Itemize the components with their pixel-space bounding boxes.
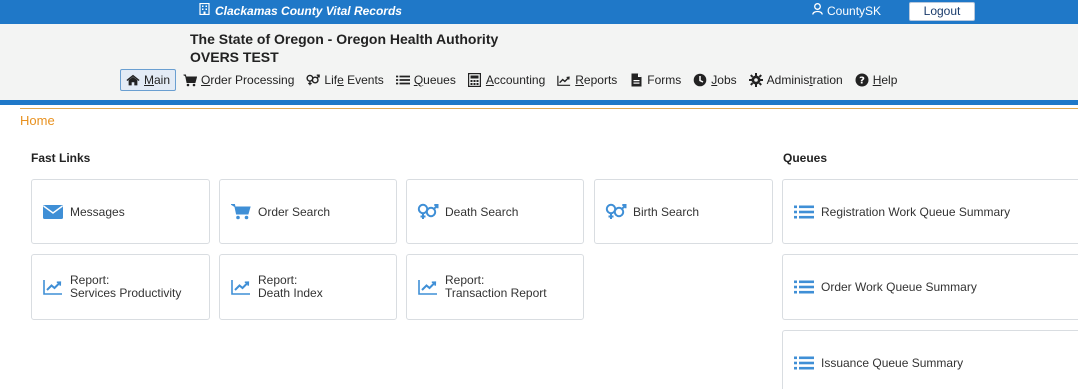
user-menu[interactable]: CountySK xyxy=(812,3,881,18)
county-title: Clackamas County Vital Records xyxy=(199,2,402,18)
queues-heading: Queues xyxy=(783,151,828,165)
fast-link-death-search[interactable]: Death Search xyxy=(406,179,584,244)
queue-registration-work[interactable]: Registration Work Queue Summary xyxy=(782,179,1078,244)
fast-link-label: Death Search xyxy=(445,204,519,219)
clock-icon xyxy=(693,73,707,87)
nav-queues[interactable]: Queues xyxy=(391,69,461,91)
nav-help[interactable]: ? Help xyxy=(850,69,903,91)
main-nav: Main Order Processing Life Events Queues… xyxy=(120,68,904,92)
queue-issuance[interactable]: Issuance Queue Summary xyxy=(782,330,1078,389)
building-icon xyxy=(199,2,210,18)
nav-reports[interactable]: Reports xyxy=(552,69,622,91)
queue-label: Issuance Queue Summary xyxy=(821,356,964,370)
state-title: The State of Oregon - Oregon Health Auth… xyxy=(190,31,499,47)
gear-icon xyxy=(748,73,763,87)
fast-link-messages[interactable]: Messages xyxy=(31,179,210,244)
queue-label: Registration Work Queue Summary xyxy=(821,204,1011,219)
list-icon xyxy=(793,279,815,295)
queue-label: Order Work Queue Summary xyxy=(821,280,977,294)
fast-link-report-services-productivity[interactable]: Report: Services Productivity xyxy=(31,254,210,320)
chart-icon xyxy=(42,279,64,295)
fast-link-report-transaction[interactable]: Report: Transaction Report xyxy=(406,254,584,320)
nav-administration[interactable]: Administration xyxy=(744,69,848,91)
nav-accounting[interactable]: Accounting xyxy=(463,69,550,91)
user-icon xyxy=(812,3,823,18)
county-title-text: Clackamas County Vital Records xyxy=(215,3,402,18)
fast-link-label: Order Search xyxy=(258,204,331,219)
gender-icon xyxy=(306,73,321,87)
envelope-icon xyxy=(42,204,64,220)
fast-links-heading: Fast Links xyxy=(31,151,91,165)
nav-main[interactable]: Main xyxy=(120,69,177,91)
cart-icon xyxy=(183,73,198,87)
fast-link-report-death-index[interactable]: Report: Death Index xyxy=(219,254,397,320)
svg-text:?: ? xyxy=(859,76,865,87)
breadcrumb-home[interactable]: Home xyxy=(20,113,55,128)
nav-life-events[interactable]: Life Events xyxy=(301,69,388,91)
environment-title: OVERS TEST xyxy=(190,49,279,65)
fast-link-order-search[interactable]: Order Search xyxy=(219,179,397,244)
fast-link-label: Birth Search xyxy=(633,204,700,219)
chart-icon xyxy=(230,279,252,295)
top-bar: Clackamas County Vital Records CountySK … xyxy=(0,0,1078,24)
fast-link-sublabel: Services Productivity xyxy=(70,286,182,300)
chart-icon xyxy=(557,73,571,87)
fast-link-birth-search[interactable]: Birth Search xyxy=(594,179,773,244)
calculator-icon xyxy=(468,73,482,87)
gender-icon xyxy=(605,203,627,220)
fast-link-sublabel: Death Index xyxy=(258,286,323,300)
nav-jobs[interactable]: Jobs xyxy=(688,69,741,91)
file-icon xyxy=(629,73,643,87)
app-header: The State of Oregon - Oregon Health Auth… xyxy=(0,24,1078,100)
breadcrumb-underline xyxy=(20,108,1078,109)
cart-icon xyxy=(230,204,252,220)
gender-icon xyxy=(417,203,439,220)
fast-link-sublabel: Transaction Report xyxy=(445,286,547,300)
username: CountySK xyxy=(827,3,882,18)
nav-forms[interactable]: Forms xyxy=(624,69,686,91)
list-icon xyxy=(793,204,815,220)
queue-order-work[interactable]: Order Work Queue Summary xyxy=(782,254,1078,320)
list-icon xyxy=(395,73,410,87)
chart-icon xyxy=(417,279,439,295)
nav-order-processing[interactable]: Order Processing xyxy=(178,69,299,91)
list-icon xyxy=(793,355,815,371)
home-icon xyxy=(126,73,140,87)
help-icon: ? xyxy=(855,73,869,87)
fast-link-label: Messages xyxy=(70,204,125,219)
header-divider xyxy=(0,100,1078,105)
logout-button[interactable]: Logout xyxy=(909,2,975,21)
